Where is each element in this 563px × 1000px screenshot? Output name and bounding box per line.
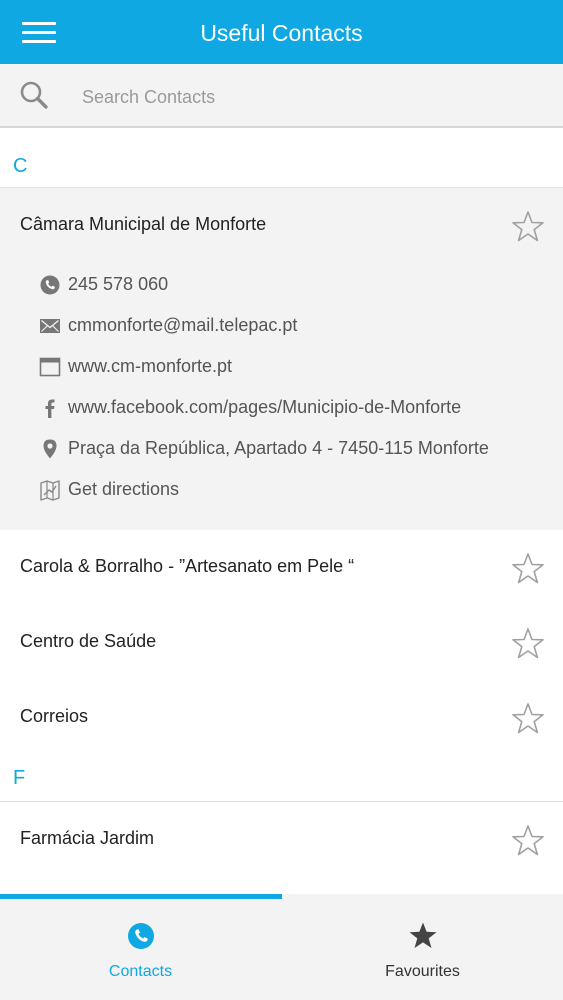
contact-name: Câmara Municipal de Monforte [20,214,267,234]
star-outline-icon[interactable] [511,627,545,661]
contact-name: Correios [20,706,89,726]
contact-phone[interactable]: 245 578 060 [0,274,563,315]
section-header-c: C [0,130,563,188]
tab-favourites[interactable]: Favourites [282,899,563,1000]
directions-map-icon [40,480,60,501]
page-title: Useful Contacts [200,20,363,46]
email-icon [40,319,60,333]
detail-text: www.facebook.com/pages/Municipio-de-Monf… [68,397,462,417]
contact-item-camara-municipal[interactable]: Câmara Municipal de Monforte 245 578 060 [0,188,563,530]
phone-icon [128,923,154,949]
detail-text: Praça da República, Apartado 4 - 7450-11… [68,438,489,458]
tab-contacts[interactable]: Contacts [0,899,281,1000]
contact-name: Centro de Saúde [20,631,157,651]
get-directions-link[interactable]: Get directions [0,479,563,520]
star-outline-icon[interactable] [511,702,545,736]
star-icon [409,922,437,948]
contact-website[interactable]: www.cm-monforte.pt [0,356,563,397]
contact-item-centro-de-saude[interactable]: Centro de Saúde [0,605,563,680]
section-header-f: F [0,755,563,802]
star-outline-icon[interactable] [511,824,545,858]
facebook-icon [45,399,55,418]
contact-item-correios[interactable]: Correios [0,680,563,755]
phone-icon [40,275,60,295]
web-icon [39,357,61,377]
contacts-list[interactable]: C Câmara Municipal de Monforte 245 578 0… [0,130,563,894]
detail-text: cmmonforte@mail.telepac.pt [68,315,298,335]
contact-facebook[interactable]: www.facebook.com/pages/Municipio-de-Monf… [0,397,563,438]
search-input[interactable] [80,82,524,112]
section-letter: C [13,155,28,177]
search-icon[interactable] [19,80,49,110]
tab-label: Contacts [108,963,173,980]
tab-label: Favourites [385,963,460,980]
detail-text: Get directions [68,479,180,499]
detail-text: 245 578 060 [68,274,169,294]
section-letter: F [13,767,26,789]
star-outline-icon[interactable] [511,210,545,244]
contact-item-farmacia-jardim[interactable]: Farmácia Jardim [0,802,563,877]
search-bar [0,64,563,128]
bottom-tab-bar: Contacts Favourites [0,894,563,1000]
contact-email[interactable]: cmmonforte@mail.telepac.pt [0,315,563,356]
contact-details: 245 578 060 cmmonforte@mail.telepac.pt w… [0,274,563,520]
contact-address[interactable]: Praça da República, Apartado 4 - 7450-11… [0,438,563,479]
app-header: Useful Contacts [0,0,563,64]
star-outline-icon[interactable] [511,552,545,586]
contact-item-carola-borralho[interactable]: Carola & Borralho - ”Artesanato em Pele … [0,530,563,605]
location-pin-icon [43,439,57,459]
contact-name: Carola & Borralho - ”Artesanato em Pele … [20,556,355,576]
contact-name: Farmácia Jardim [20,828,155,848]
detail-text: www.cm-monforte.pt [68,356,233,376]
